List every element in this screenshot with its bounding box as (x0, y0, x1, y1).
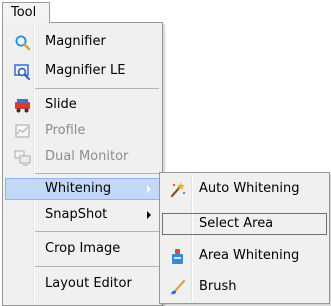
menu-item-magnifier[interactable]: Magnifier (5, 31, 160, 53)
tool-dropdown-menu: Magnifier Magnifier LE Slide Profile Dua… (2, 22, 163, 306)
menu-item-profile[interactable]: Profile (5, 120, 160, 142)
menu-item-label: Select Area (199, 216, 274, 231)
submenu-item-auto-whitening[interactable]: Auto Whitening (162, 178, 327, 200)
menu-item-label: Area Whitening (199, 248, 300, 263)
menu-tool[interactable]: Tool (2, 2, 50, 23)
menu-item-label: Auto Whitening (199, 181, 300, 196)
menu-item-layout-editor[interactable]: Layout Editor (5, 273, 160, 295)
menu-item-label: Dual Monitor (45, 149, 129, 164)
menu-item-label: Whitening (45, 181, 112, 196)
whitening-submenu: Auto Whitening Select Area Area Whitenin… (159, 172, 330, 304)
menu-separator (35, 173, 159, 174)
dual-monitor-icon (14, 150, 31, 166)
menu-item-label: Profile (45, 123, 86, 138)
menu-separator (35, 88, 159, 89)
menu-item-snapshot[interactable]: SnapShot (5, 204, 160, 226)
brush-icon (171, 279, 186, 295)
slide-icon (15, 99, 30, 113)
menu-item-slide[interactable]: Slide (5, 94, 160, 116)
menu-item-label: Magnifier (45, 34, 106, 49)
menu-item-whitening[interactable]: Whitening (5, 178, 160, 200)
menu-item-magnifier-le[interactable]: Magnifier LE (5, 60, 160, 82)
menu-separator (35, 266, 159, 267)
menu-item-label: SnapShot (45, 207, 108, 222)
submenu-item-brush[interactable]: Brush (162, 276, 327, 298)
menu-item-label: Magnifier LE (45, 63, 126, 78)
magnifier-icon (15, 35, 31, 51)
menu-item-label: Brush (199, 279, 237, 294)
submenu-arrow-icon (147, 211, 151, 219)
profile-icon (15, 124, 30, 138)
menu-item-crop-image[interactable]: Crop Image (5, 238, 160, 260)
area-whitening-icon (172, 249, 183, 264)
menu-item-dual-monitor[interactable]: Dual Monitor (5, 146, 160, 168)
menu-item-label: Slide (45, 97, 77, 112)
submenu-arrow-icon (147, 185, 151, 193)
menu-tool-label: Tool (11, 5, 37, 20)
menu-item-label: Layout Editor (45, 276, 132, 291)
submenu-item-area-whitening[interactable]: Area Whitening (162, 245, 327, 267)
menu-item-label: Crop Image (45, 241, 121, 256)
menu-separator (35, 231, 159, 232)
submenu-item-select-area[interactable]: Select Area (162, 213, 327, 235)
magic-wand-icon (170, 182, 186, 198)
magnifier-le-icon (14, 64, 30, 80)
